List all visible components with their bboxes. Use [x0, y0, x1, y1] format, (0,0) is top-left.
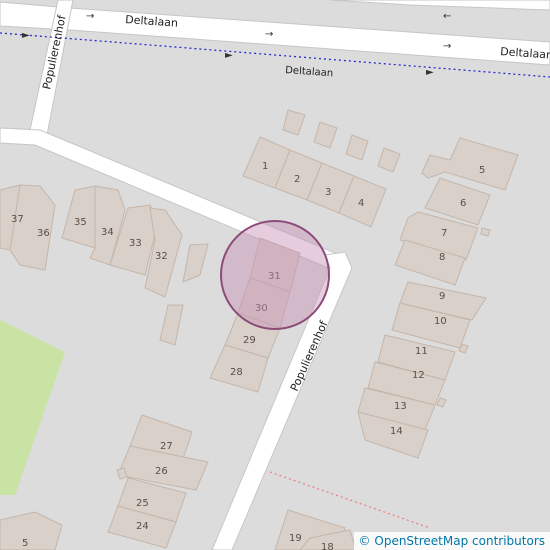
- location-marker-circle[interactable]: [220, 220, 330, 330]
- path-arrow-icon: ►: [225, 50, 233, 61]
- buildings-24-27: [107, 414, 209, 549]
- house-number: 33: [129, 238, 142, 249]
- copyright-symbol: ©: [358, 534, 371, 548]
- house-number: 7: [441, 228, 447, 239]
- upper-road: [329, 0, 550, 11]
- oneway-arrow-icon: →: [86, 11, 94, 22]
- path-arrow-icon: ►: [426, 67, 434, 78]
- house-number: 36: [37, 228, 50, 239]
- house-number: 3: [325, 187, 331, 198]
- house-number: 34: [101, 227, 114, 238]
- house-number: 18: [321, 542, 334, 550]
- house-number: 9: [439, 291, 445, 302]
- house-number: 24: [136, 521, 149, 532]
- house-number: 13: [394, 401, 407, 412]
- house-number: 27: [160, 441, 173, 452]
- house-number: 28: [230, 367, 243, 378]
- house-number: 25: [136, 498, 149, 509]
- map-canvas[interactable]: 1 2 3 4 5 6 7 8 9 10 11 12 13 14 37 36 3…: [0, 0, 550, 550]
- oneway-arrow-icon: →: [443, 41, 451, 52]
- house-number: 26: [155, 466, 168, 477]
- building-bottom-left: [0, 511, 63, 550]
- house-number: 19: [289, 533, 302, 544]
- oneway-arrow-icon: ←: [443, 11, 451, 22]
- house-number: 5: [22, 538, 28, 549]
- house-number: 32: [155, 251, 168, 262]
- oneway-arrow-icon: →: [265, 29, 273, 40]
- house-number: 1: [262, 161, 268, 172]
- house-number: 14: [390, 426, 403, 437]
- house-number: 11: [415, 346, 428, 357]
- house-number: 29: [243, 335, 256, 346]
- buildings-5-14: [357, 137, 519, 459]
- house-number: 12: [412, 370, 425, 381]
- house-number: 4: [358, 198, 364, 209]
- park-area: [0, 320, 65, 495]
- path-label-deltalaan: Deltalaan: [285, 65, 334, 79]
- map-attribution: © OpenStreetMap contributors: [353, 532, 550, 550]
- buildings-32-37: [0, 184, 209, 346]
- house-number: 35: [74, 217, 87, 228]
- map-layer: 1 2 3 4 5 6 7 8 9 10 11 12 13 14 37 36 3…: [0, 0, 550, 550]
- attribution-link[interactable]: OpenStreetMap contributors: [374, 534, 545, 548]
- house-number: 37: [11, 214, 24, 225]
- house-number: 6: [460, 198, 466, 209]
- house-number: 5: [479, 165, 485, 176]
- house-number: 2: [294, 174, 300, 185]
- house-number: 8: [439, 252, 445, 263]
- house-number: 10: [434, 316, 447, 327]
- path-arrow-icon: ►: [22, 30, 30, 41]
